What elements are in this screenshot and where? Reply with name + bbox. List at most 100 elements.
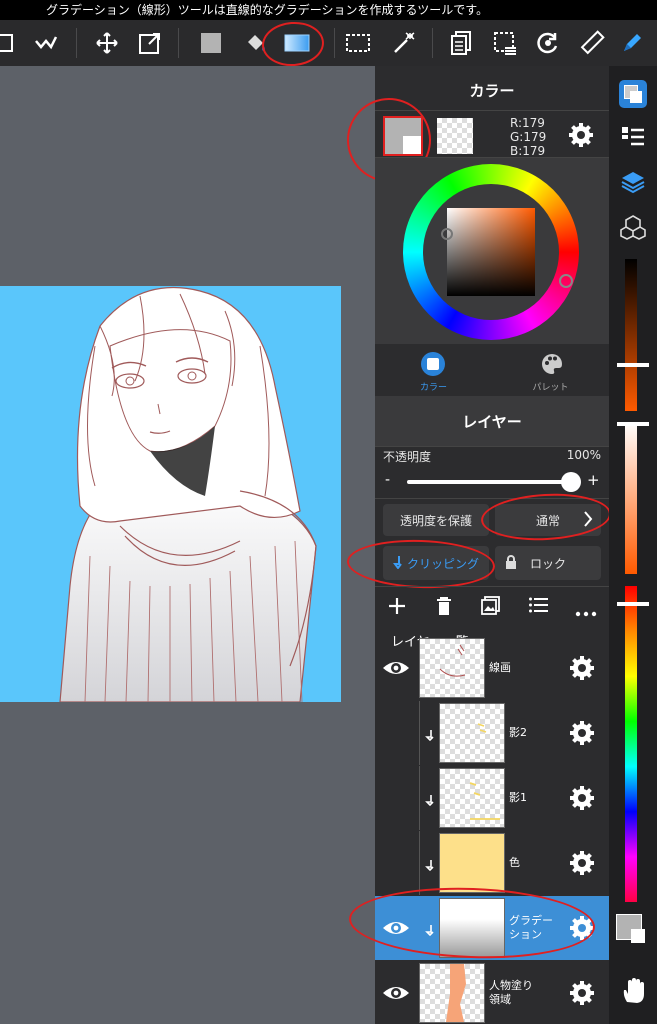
layer-list-icon[interactable] xyxy=(529,596,549,618)
rotate-icon[interactable] xyxy=(530,25,566,61)
palette-icon xyxy=(540,352,564,376)
more-options-icon[interactable] xyxy=(575,602,597,621)
layer-thumbnail xyxy=(439,898,505,958)
color-panel-toggle-icon[interactable] xyxy=(619,80,647,108)
ruler-icon[interactable] xyxy=(574,25,610,61)
girl-illustration xyxy=(59,287,317,702)
eye-icon[interactable] xyxy=(381,653,411,683)
add-layer-icon[interactable] xyxy=(387,596,407,620)
hand-tool-icon[interactable] xyxy=(621,978,645,1008)
layer-row[interactable]: 影2 xyxy=(375,701,609,765)
layer-thumbnail xyxy=(439,768,505,828)
layer-row[interactable]: 影1 xyxy=(375,766,609,830)
transform-icon[interactable] xyxy=(132,25,168,61)
saturation-slider[interactable] xyxy=(625,422,637,574)
sv-picker-handle[interactable] xyxy=(441,228,453,240)
divider xyxy=(375,586,609,587)
check-arrow-icon[interactable] xyxy=(28,25,64,61)
layer-name: 色 xyxy=(509,856,520,869)
brush-list-icon[interactable] xyxy=(621,126,645,152)
foreground-color-swatch[interactable] xyxy=(383,116,423,156)
hue-slider[interactable] xyxy=(625,586,637,902)
layer-row[interactable]: 線画 xyxy=(375,636,609,700)
layer-settings-gear-icon[interactable] xyxy=(569,720,595,746)
protect-alpha-button[interactable]: 透明度を保護 xyxy=(383,504,489,536)
lock-button[interactable]: ロック xyxy=(495,546,601,580)
layer-row[interactable]: 色 xyxy=(375,831,609,895)
opacity-slider-track[interactable] xyxy=(407,480,571,484)
blend-mode-label: 通常 xyxy=(535,513,560,528)
hue-picker-handle[interactable] xyxy=(559,274,573,288)
magic-wand-icon[interactable] xyxy=(386,25,422,61)
color-picker-area[interactable] xyxy=(375,158,609,344)
layer-name: グラデー ション xyxy=(509,914,553,942)
rgb-r: R:179 xyxy=(510,116,545,130)
opacity-decrease-button[interactable]: - xyxy=(385,472,390,488)
divider xyxy=(375,498,609,499)
layer-copy-icon[interactable] xyxy=(443,25,479,61)
canvas-area[interactable] xyxy=(0,66,375,1024)
clip-indicator-icon xyxy=(425,726,435,742)
layer-row[interactable]: 人物塗り 領域 xyxy=(375,961,609,1024)
bucket-icon[interactable] xyxy=(238,25,274,61)
clip-line xyxy=(419,766,420,830)
layer-settings-gear-icon[interactable] xyxy=(569,655,595,681)
transparent-color-swatch[interactable] xyxy=(437,118,473,154)
lock-label: ロック xyxy=(529,556,566,571)
delete-layer-icon[interactable] xyxy=(435,595,453,621)
gradient-tool-icon[interactable] xyxy=(279,25,315,61)
brightness-slider[interactable] xyxy=(625,259,637,411)
layer-actions xyxy=(375,588,609,624)
clip-indicator-icon xyxy=(425,791,435,807)
rect-selection-icon[interactable] xyxy=(340,25,376,61)
square-select-icon[interactable] xyxy=(0,25,22,61)
blend-mode-button[interactable]: 通常 xyxy=(495,504,601,536)
layer-name: 影1 xyxy=(509,791,527,804)
layer-name: 人物塗り 領域 xyxy=(489,979,533,1007)
tab-palette[interactable]: パレット xyxy=(492,344,609,396)
current-color-chip[interactable] xyxy=(616,914,645,943)
color-panel-title: カラー xyxy=(469,82,515,100)
rgb-g: G:179 xyxy=(510,130,547,144)
artwork-canvas[interactable] xyxy=(0,286,341,702)
move-icon[interactable] xyxy=(89,25,125,61)
opacity-label: 不透明度 xyxy=(383,450,432,464)
fill-color-icon[interactable] xyxy=(193,25,229,61)
layer-settings-gear-icon[interactable] xyxy=(569,980,595,1006)
clipping-icon xyxy=(392,555,403,572)
clip-indicator-icon xyxy=(425,921,435,937)
divider xyxy=(375,446,609,447)
layer-settings-gear-icon[interactable] xyxy=(569,785,595,811)
opacity-increase-button[interactable]: + xyxy=(587,471,600,489)
materials-icon[interactable] xyxy=(620,214,646,244)
lock-icon xyxy=(505,555,517,572)
layer-row-selected[interactable]: グラデー ション xyxy=(375,896,609,960)
layer-panel-header: レイヤー xyxy=(375,396,609,446)
clip-line xyxy=(419,831,420,895)
clipping-button[interactable]: クリッピング xyxy=(383,546,489,580)
layer-thumbnail xyxy=(419,638,485,698)
layer-settings-gear-icon[interactable] xyxy=(569,850,595,876)
eye-icon[interactable] xyxy=(381,913,411,943)
layer-settings-gear-icon[interactable] xyxy=(569,915,595,941)
tool-hint-bar: グラデーション（線形）ツールは直線的なグラデーションを作成するツールです。 xyxy=(0,0,657,20)
tab-color[interactable]: カラー xyxy=(375,344,492,396)
toolbar-divider xyxy=(432,28,433,58)
layer-thumbnail xyxy=(439,833,505,893)
brightness-slider-handle[interactable] xyxy=(617,363,649,367)
saturation-value-square[interactable] xyxy=(447,208,535,296)
pen-tool-icon[interactable] xyxy=(614,25,650,61)
hue-slider-handle[interactable] xyxy=(617,602,649,606)
saturation-slider-handle[interactable] xyxy=(617,422,649,426)
eye-icon[interactable] xyxy=(381,978,411,1008)
color-settings-gear-icon[interactable] xyxy=(568,122,594,148)
layer-image-icon[interactable] xyxy=(481,595,501,619)
tab-palette-label: パレット xyxy=(532,383,569,393)
selection-list-icon[interactable] xyxy=(487,25,523,61)
opacity-slider-knob[interactable] xyxy=(561,472,581,492)
color-tab-icon xyxy=(421,352,445,376)
layers-toggle-icon[interactable] xyxy=(620,170,646,198)
divider xyxy=(375,110,609,111)
clipping-label: クリッピング xyxy=(406,556,479,571)
app-window: グラデーション（線形）ツールは直線的なグラデーションを作成するツールです。 カラ… xyxy=(0,0,657,1024)
